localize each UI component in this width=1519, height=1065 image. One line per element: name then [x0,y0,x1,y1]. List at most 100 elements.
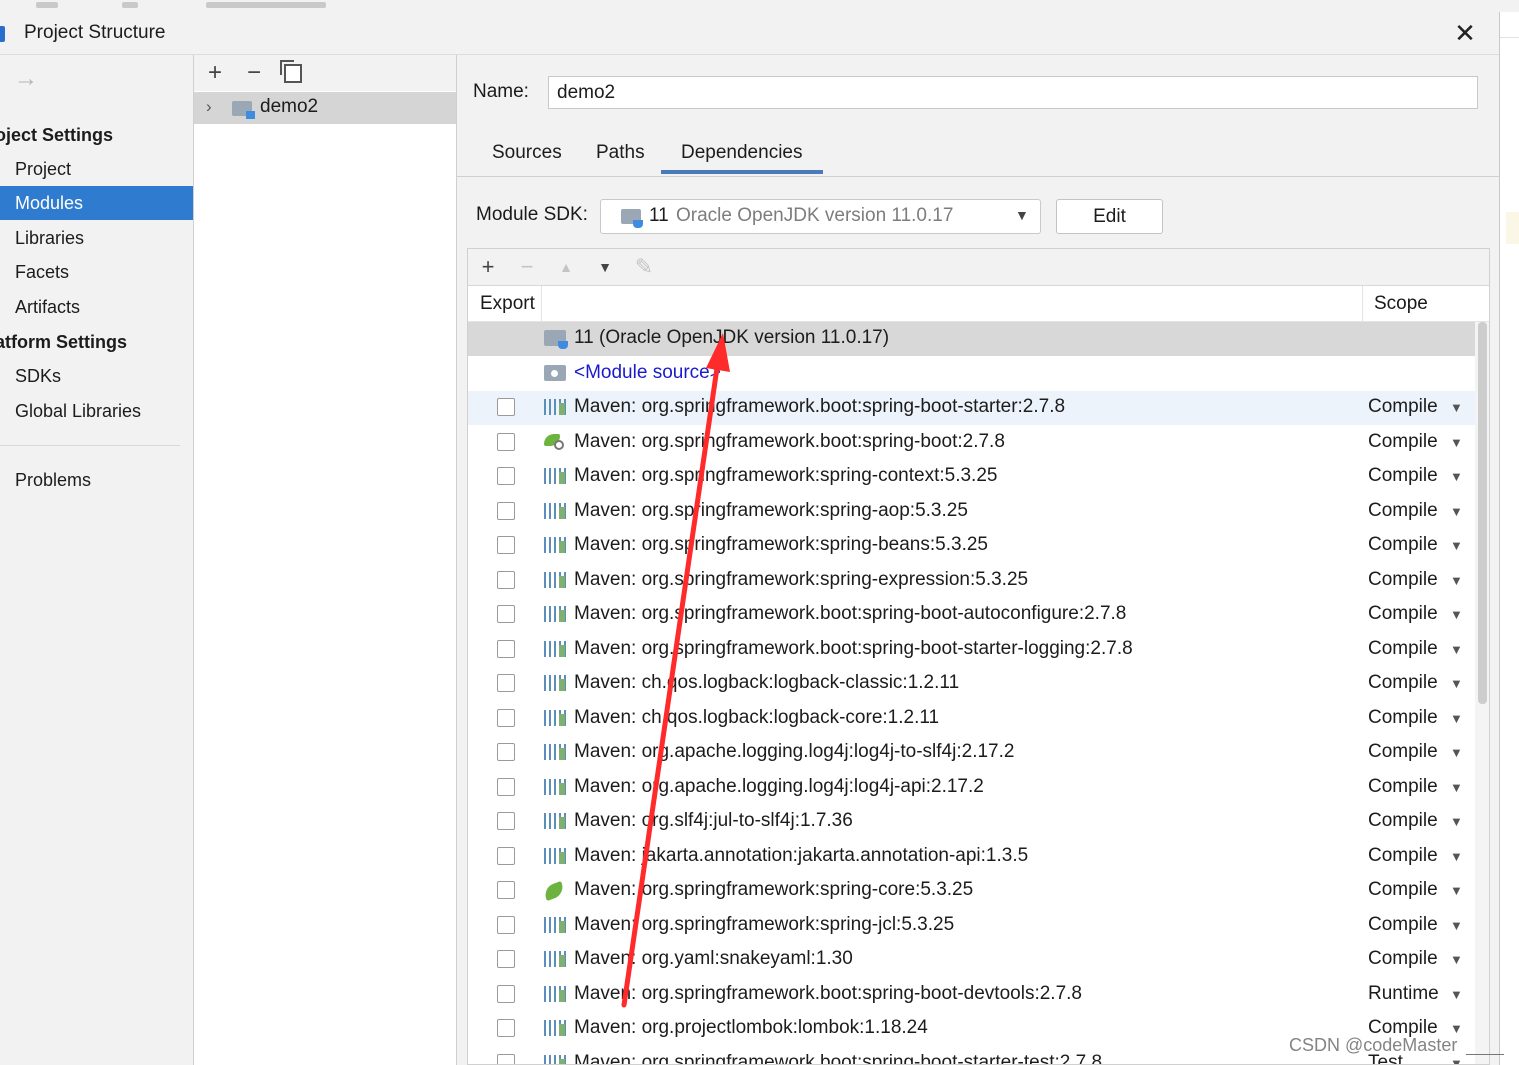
chevron-down-icon[interactable]: ▼ [1450,400,1463,415]
chevron-down-icon[interactable]: ▼ [1450,711,1463,726]
scope-value[interactable]: Compile [1368,431,1438,453]
dependency-row[interactable]: Maven: org.springframework.boot:spring-b… [468,978,1475,1012]
scope-value[interactable]: Compile [1368,500,1438,522]
dependency-row[interactable]: Maven: org.apache.logging.log4j:log4j-to… [468,736,1475,770]
scope-value[interactable]: Compile [1368,396,1438,418]
scope-value[interactable]: Compile [1368,741,1438,763]
edit-sdk-button[interactable]: Edit [1056,199,1163,234]
export-checkbox[interactable] [497,433,515,451]
chevron-down-icon[interactable]: ▼ [1450,780,1463,795]
scope-value[interactable]: Compile [1368,707,1438,729]
chevron-down-icon[interactable]: ▼ [1450,918,1463,933]
export-checkbox[interactable] [497,398,515,416]
dependency-row[interactable]: 11 (Oracle OpenJDK version 11.0.17) [468,322,1475,356]
dependency-row[interactable]: Maven: org.apache.logging.log4j:log4j-ap… [468,771,1475,805]
dependency-row[interactable]: Maven: org.springframework:spring-expres… [468,564,1475,598]
export-checkbox[interactable] [497,985,515,1003]
chevron-down-icon[interactable]: ▼ [1450,607,1463,622]
chevron-down-icon[interactable]: ▼ [1450,504,1463,519]
dependency-row[interactable]: Maven: org.springframework:spring-contex… [468,460,1475,494]
chevron-down-icon[interactable]: ▼ [1450,1021,1463,1036]
edit-icon[interactable]: ✎ [630,252,658,282]
nav-item-problems[interactable]: Problems [0,463,193,497]
chevron-down-icon[interactable]: ▼ [1450,676,1463,691]
export-checkbox[interactable] [497,847,515,865]
export-checkbox[interactable] [497,881,515,899]
export-checkbox[interactable] [497,674,515,692]
nav-item-artifacts[interactable]: Artifacts [0,290,193,324]
nav-item-global-libraries[interactable]: Global Libraries [0,394,193,428]
dependency-row[interactable]: Maven: org.springframework.boot:spring-b… [468,391,1475,425]
export-checkbox[interactable] [497,950,515,968]
scope-value[interactable]: Compile [1368,776,1438,798]
nav-item-sdks[interactable]: SDKs [0,359,193,393]
dependency-row[interactable]: Maven: org.springframework:spring-aop:5.… [468,495,1475,529]
remove-icon[interactable]: − [513,252,541,282]
export-checkbox[interactable] [497,640,515,658]
chevron-down-icon[interactable]: ▼ [1450,849,1463,864]
scope-value[interactable]: Compile [1368,534,1438,556]
export-checkbox[interactable] [497,709,515,727]
add-icon[interactable]: + [202,59,228,87]
export-checkbox[interactable] [497,467,515,485]
nav-item-facets[interactable]: Facets [0,255,193,289]
module-sdk-dropdown[interactable]: 11 Oracle OpenJDK version 11.0.17 ▼ [600,199,1041,234]
tab-dependencies[interactable]: Dependencies [681,142,802,164]
nav-item-project[interactable]: Project [0,152,193,186]
dependency-row[interactable]: Maven: org.springframework.boot:spring-b… [468,426,1475,460]
dependency-row[interactable]: Maven: org.springframework.boot:spring-b… [468,633,1475,667]
move-up-icon[interactable]: ▲ [552,252,580,282]
close-icon[interactable]: ✕ [1450,18,1480,48]
dependency-row[interactable]: Maven: jakarta.annotation:jakarta.annota… [468,840,1475,874]
dependency-row[interactable]: Maven: ch.qos.logback:logback-core:1.2.1… [468,702,1475,736]
export-checkbox[interactable] [497,1054,515,1064]
export-checkbox[interactable] [497,536,515,554]
copy-icon[interactable] [280,60,302,83]
vertical-scrollbar[interactable] [1475,322,1489,1064]
nav-item-libraries[interactable]: Libraries [0,221,193,255]
dependency-row[interactable]: Maven: org.springframework.boot:spring-b… [468,598,1475,632]
scope-value[interactable]: Compile [1368,879,1438,901]
chevron-down-icon[interactable]: ▼ [1450,538,1463,553]
export-checkbox[interactable] [497,605,515,623]
export-checkbox[interactable] [497,743,515,761]
scope-value[interactable]: Compile [1368,603,1438,625]
tab-paths[interactable]: Paths [596,142,645,164]
chevron-down-icon[interactable]: ▼ [1450,952,1463,967]
chevron-down-icon[interactable]: ▼ [1450,1056,1463,1064]
export-checkbox[interactable] [497,916,515,934]
export-checkbox[interactable] [497,1019,515,1037]
tab-sources[interactable]: Sources [492,142,562,164]
chevron-down-icon[interactable]: ▼ [1015,207,1029,223]
chevron-down-icon[interactable]: ▼ [1450,987,1463,1002]
scope-value[interactable]: Runtime [1368,983,1439,1005]
dependency-row[interactable]: Maven: org.yaml:snakeyaml:1.30 Compile ▼ [468,943,1475,977]
export-checkbox[interactable] [497,778,515,796]
scope-value[interactable]: Compile [1368,845,1438,867]
export-checkbox[interactable] [497,502,515,520]
scope-value[interactable]: Compile [1368,948,1438,970]
remove-icon[interactable]: − [241,59,267,87]
chevron-down-icon[interactable]: ▼ [1450,745,1463,760]
dependency-row[interactable]: Maven: org.springframework:spring-beans:… [468,529,1475,563]
scope-value[interactable]: Compile [1368,672,1438,694]
chevron-down-icon[interactable]: ▼ [1450,469,1463,484]
nav-item-modules[interactable]: Modules [0,186,193,220]
column-header-scope[interactable]: Scope [1374,293,1428,315]
scope-value[interactable]: Compile [1368,465,1438,487]
tree-item-demo2[interactable]: › demo2 [194,92,456,124]
dependency-row[interactable]: Maven: ch.qos.logback:logback-classic:1.… [468,667,1475,701]
forward-arrow-icon[interactable]: → [14,65,38,93]
scope-value[interactable]: Compile [1368,638,1438,660]
move-down-icon[interactable]: ▼ [591,252,619,282]
module-name-field[interactable] [548,76,1478,109]
add-icon[interactable]: + [474,252,502,282]
chevron-down-icon[interactable]: ▼ [1450,883,1463,898]
chevron-down-icon[interactable]: ▼ [1450,642,1463,657]
column-header-export[interactable]: Export [480,293,535,315]
chevron-right-icon[interactable]: › [206,97,212,117]
scope-value[interactable]: Compile [1368,914,1438,936]
scrollbar-thumb[interactable] [1478,322,1487,704]
scope-value[interactable]: Compile [1368,810,1438,832]
chevron-down-icon[interactable]: ▼ [1450,435,1463,450]
